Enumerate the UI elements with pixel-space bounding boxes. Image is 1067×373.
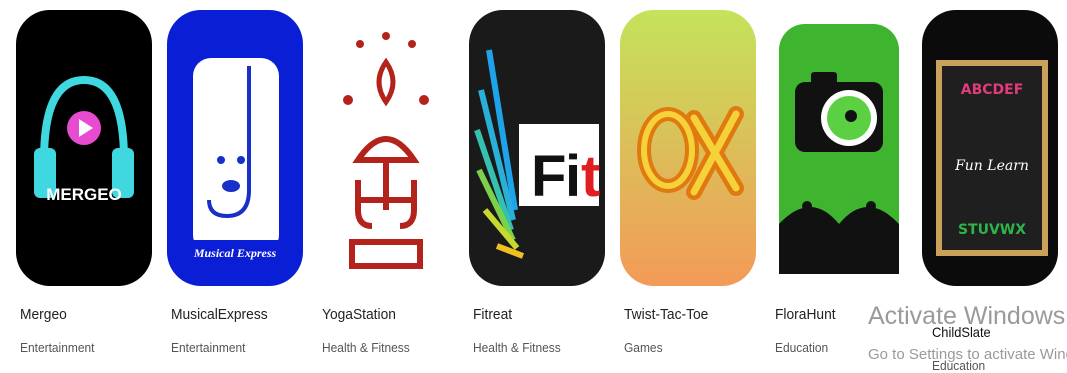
app-category: Health & Fitness [473, 340, 561, 355]
svg-text:STUVWX: STUVWX [958, 222, 1026, 238]
app-tile-musicalexpress[interactable]: Musical Express MusicalExpress Entertain… [167, 10, 303, 355]
fit-wing-icon[interactable]: F i t [469, 10, 605, 286]
svg-text:t: t [581, 144, 600, 209]
app-category: Education [775, 340, 829, 355]
app-tile-twist-tac-toe[interactable]: Twist-Tac-Toe Games [620, 10, 756, 355]
app-category: Health & Fitness [322, 340, 410, 355]
app-category: Entertainment [20, 340, 95, 355]
o-x-icon[interactable] [620, 10, 756, 286]
svg-text:ABCDEF: ABCDEF [961, 82, 1024, 98]
app-tile-childslate[interactable]: ABCDEF STUVWX Fun Learn ChildSlate Educa… [922, 10, 1058, 373]
fit-logo-text: F [531, 144, 566, 209]
camera-flower-icon[interactable] [771, 10, 907, 286]
svg-text:i: i [565, 144, 581, 209]
app-name[interactable]: Fitreat [473, 306, 512, 323]
headphones-play-icon[interactable]: MERGEO [16, 10, 152, 286]
yoga-pose-icon[interactable] [318, 10, 454, 286]
app-name[interactable]: YogaStation [322, 306, 396, 323]
app-name[interactable]: FloraHunt [775, 306, 836, 323]
mergeo-logo-text: MERGEO [46, 185, 122, 204]
activate-windows-hint: Go to Settings to activate Windows. [868, 346, 1067, 363]
app-tile-mergeo[interactable]: MERGEO Mergeo Entertainment [16, 10, 152, 355]
music-note-face-icon[interactable]: Musical Express [167, 10, 303, 286]
app-tile-fitreat[interactable]: F i t Fitreat Health & Fitness [469, 10, 605, 355]
app-name[interactable]: MusicalExpress [171, 306, 268, 323]
chalkboard-text: Fun Learn [954, 158, 1029, 174]
app-tile-florahunt[interactable]: FloraHunt Education [771, 10, 907, 355]
app-name[interactable]: Twist-Tac-Toe [624, 306, 708, 323]
musical-express-logo-text: Musical Express [193, 246, 277, 260]
app-category: Entertainment [171, 340, 246, 355]
app-tile-yogastation[interactable]: YogaStation Health & Fitness [318, 10, 454, 355]
app-category: Games [624, 340, 663, 355]
chalkboard-icon[interactable]: ABCDEF STUVWX Fun Learn [922, 10, 1058, 286]
activate-windows-watermark: Activate Windows [868, 302, 1066, 330]
app-name[interactable]: Mergeo [20, 306, 67, 323]
